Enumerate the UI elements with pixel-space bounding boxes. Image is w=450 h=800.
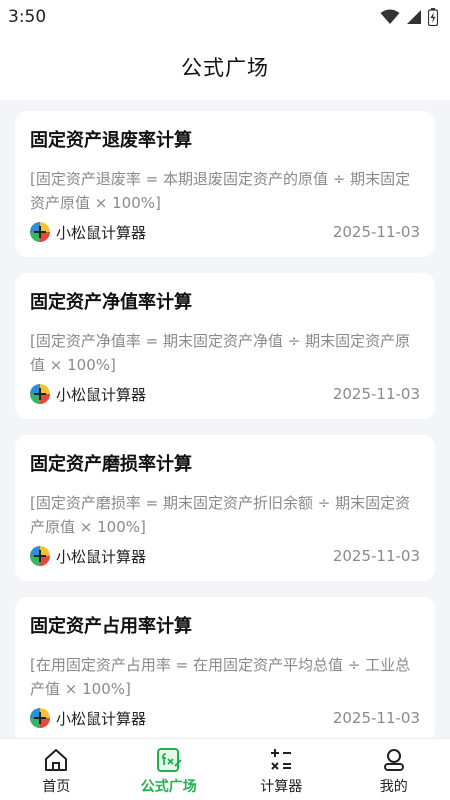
title-bar: 公式广场 bbox=[0, 34, 450, 100]
card-date: 2025-11-03 bbox=[332, 547, 420, 565]
card-date: 2025-11-03 bbox=[332, 709, 420, 727]
formula-card[interactable]: 固定资产磨损率计算 [固定资产磨损率 = 期末固定资产折旧余额 ÷ 期末固定资产… bbox=[15, 435, 435, 581]
battery-icon bbox=[428, 8, 438, 26]
avatar bbox=[30, 222, 50, 242]
card-footer: 小松鼠计算器 2025-11-03 bbox=[30, 706, 420, 730]
page-title: 公式广场 bbox=[181, 56, 269, 80]
signal-icon bbox=[407, 10, 421, 24]
nav-calculator[interactable]: 计算器 bbox=[225, 739, 338, 800]
app-screen: 3:50 公式广场 固定资产退废率计算 [固定资产退废率 = 本期退废固定资产的… bbox=[0, 0, 450, 800]
author: 小松鼠计算器 bbox=[30, 384, 146, 405]
status-time: 3:50 bbox=[8, 7, 47, 27]
card-formula: [固定资产退废率 = 本期退废固定资产的原值 ÷ 期末固定资产原值 × 100%… bbox=[30, 170, 411, 212]
author-name: 小松鼠计算器 bbox=[56, 547, 147, 566]
author-name: 小松鼠计算器 bbox=[56, 709, 147, 728]
card-formula: [固定资产净值率 = 期末固定资产净值 ÷ 期末固定资产原值 × 100%] bbox=[30, 332, 411, 374]
avatar bbox=[30, 384, 50, 404]
avatar bbox=[30, 546, 50, 566]
card-title: 固定资产退废率计算 bbox=[30, 130, 192, 151]
calculator-icon bbox=[271, 748, 292, 770]
status-icons bbox=[380, 8, 438, 26]
nav-home[interactable]: 首页 bbox=[0, 739, 113, 800]
author-name: 小松鼠计算器 bbox=[56, 385, 147, 404]
profile-icon bbox=[383, 748, 404, 771]
card-title: 固定资产净值率计算 bbox=[30, 292, 192, 313]
card-date: 2025-11-03 bbox=[332, 385, 420, 403]
home-icon bbox=[45, 748, 68, 771]
formula-card[interactable]: 固定资产退废率计算 [固定资产退废率 = 本期退废固定资产的原值 ÷ 期末固定资… bbox=[15, 111, 435, 257]
card-footer: 小松鼠计算器 2025-11-03 bbox=[30, 382, 420, 406]
card-date: 2025-11-03 bbox=[332, 223, 420, 241]
card-formula: [在用固定资产占用率 = 在用固定资产平均总值 ÷ 工业总产值 × 100%] bbox=[30, 656, 411, 698]
nav-home-label: 首页 bbox=[42, 778, 71, 795]
avatar bbox=[30, 708, 50, 728]
nav-formula[interactable]: 公式广场 bbox=[113, 739, 226, 800]
nav-profile-label: 我的 bbox=[379, 778, 408, 795]
formula-card[interactable]: 固定资产占用率计算 [在用固定资产占用率 = 在用固定资产平均总值 ÷ 工业总产… bbox=[15, 597, 435, 738]
formula-card[interactable]: 固定资产净值率计算 [固定资产净值率 = 期末固定资产净值 ÷ 期末固定资产原值… bbox=[15, 273, 435, 419]
author: 小松鼠计算器 bbox=[30, 546, 146, 567]
formula-list[interactable]: 固定资产退废率计算 [固定资产退废率 = 本期退废固定资产的原值 ÷ 期末固定资… bbox=[0, 100, 450, 738]
nav-profile[interactable]: 我的 bbox=[338, 739, 450, 800]
nav-formula-label: 公式广场 bbox=[140, 778, 197, 795]
card-title: 固定资产占用率计算 bbox=[30, 616, 192, 637]
status-bar: 3:50 bbox=[0, 0, 450, 34]
bottom-nav: 首页 公式广场 计算器 我的 bbox=[0, 738, 450, 800]
card-formula: [固定资产磨损率 = 期末固定资产折旧余额 ÷ 期末固定资产原值 × 100%] bbox=[30, 494, 411, 536]
nav-calculator-label: 计算器 bbox=[260, 778, 303, 795]
card-footer: 小松鼠计算器 2025-11-03 bbox=[30, 220, 420, 244]
card-footer: 小松鼠计算器 2025-11-03 bbox=[30, 544, 420, 568]
author-name: 小松鼠计算器 bbox=[56, 223, 147, 242]
author: 小松鼠计算器 bbox=[30, 708, 146, 729]
wifi-icon bbox=[380, 9, 400, 24]
formula-icon bbox=[156, 747, 182, 772]
author: 小松鼠计算器 bbox=[30, 222, 146, 243]
card-title: 固定资产磨损率计算 bbox=[30, 454, 192, 475]
